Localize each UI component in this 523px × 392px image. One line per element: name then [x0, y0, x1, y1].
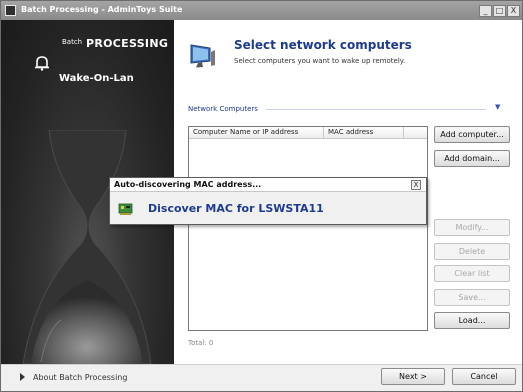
add-computer-button[interactable]: Add computer...	[434, 126, 510, 143]
delete-button[interactable]: Delete	[434, 243, 510, 260]
column-header-computer[interactable]: Computer Name or IP address	[189, 127, 324, 139]
wizard-header	[174, 20, 522, 86]
page-subtitle: Select computers you want to wake up rem…	[234, 57, 406, 65]
computer-list[interactable]: Computer Name or IP address MAC address	[188, 126, 428, 331]
chevron-down-icon[interactable]: ▼	[495, 103, 500, 111]
column-header-filler	[404, 127, 427, 139]
next-button[interactable]: Next >	[381, 368, 445, 385]
auto-discover-dialog: Auto-discovering MAC address... X Discov…	[109, 177, 427, 225]
save-button[interactable]: Save...	[434, 289, 510, 306]
dialog-message: Discover MAC for LSWSTA11	[148, 202, 324, 215]
section-divider	[266, 109, 486, 110]
about-link[interactable]: About Batch Processing	[33, 373, 127, 382]
load-button[interactable]: Load...	[434, 312, 510, 329]
triangle-arrow-icon	[20, 373, 25, 381]
hourglass-illustration	[22, 130, 152, 364]
add-domain-button[interactable]: Add domain...	[434, 150, 510, 167]
page-title: Select network computers	[234, 38, 412, 52]
brand-prefix: Batch	[62, 38, 83, 46]
section-label: Network Computers	[188, 105, 262, 113]
title-bar[interactable]: Batch Processing - AdminToys Suite _ □ X	[1, 1, 522, 20]
dialog-close-button[interactable]: X	[411, 180, 421, 190]
computer-monitor-icon	[190, 44, 215, 68]
app-icon	[5, 5, 16, 16]
dialog-title-bar[interactable]: Auto-discovering MAC address... X	[110, 178, 426, 192]
network-card-icon	[118, 203, 133, 215]
column-header-mac[interactable]: MAC address	[324, 127, 404, 139]
product-name: Wake-On-Lan	[59, 73, 134, 84]
clear-list-button[interactable]: Clear list	[434, 265, 510, 282]
window-title: Batch Processing - AdminToys Suite	[21, 5, 183, 14]
main-window: Batch Processing - AdminToys Suite _ □ X…	[0, 0, 523, 392]
close-button[interactable]: X	[507, 5, 520, 17]
bell-logo-icon	[35, 56, 49, 71]
brand-name: PROCESSING	[86, 37, 169, 50]
maximize-button[interactable]: □	[493, 5, 506, 17]
minimize-button[interactable]: _	[479, 5, 492, 17]
modify-button[interactable]: Modify...	[434, 219, 510, 236]
cancel-button[interactable]: Cancel	[452, 368, 516, 385]
total-count: Total: 0	[188, 339, 214, 347]
dialog-title: Auto-discovering MAC address...	[114, 180, 262, 189]
